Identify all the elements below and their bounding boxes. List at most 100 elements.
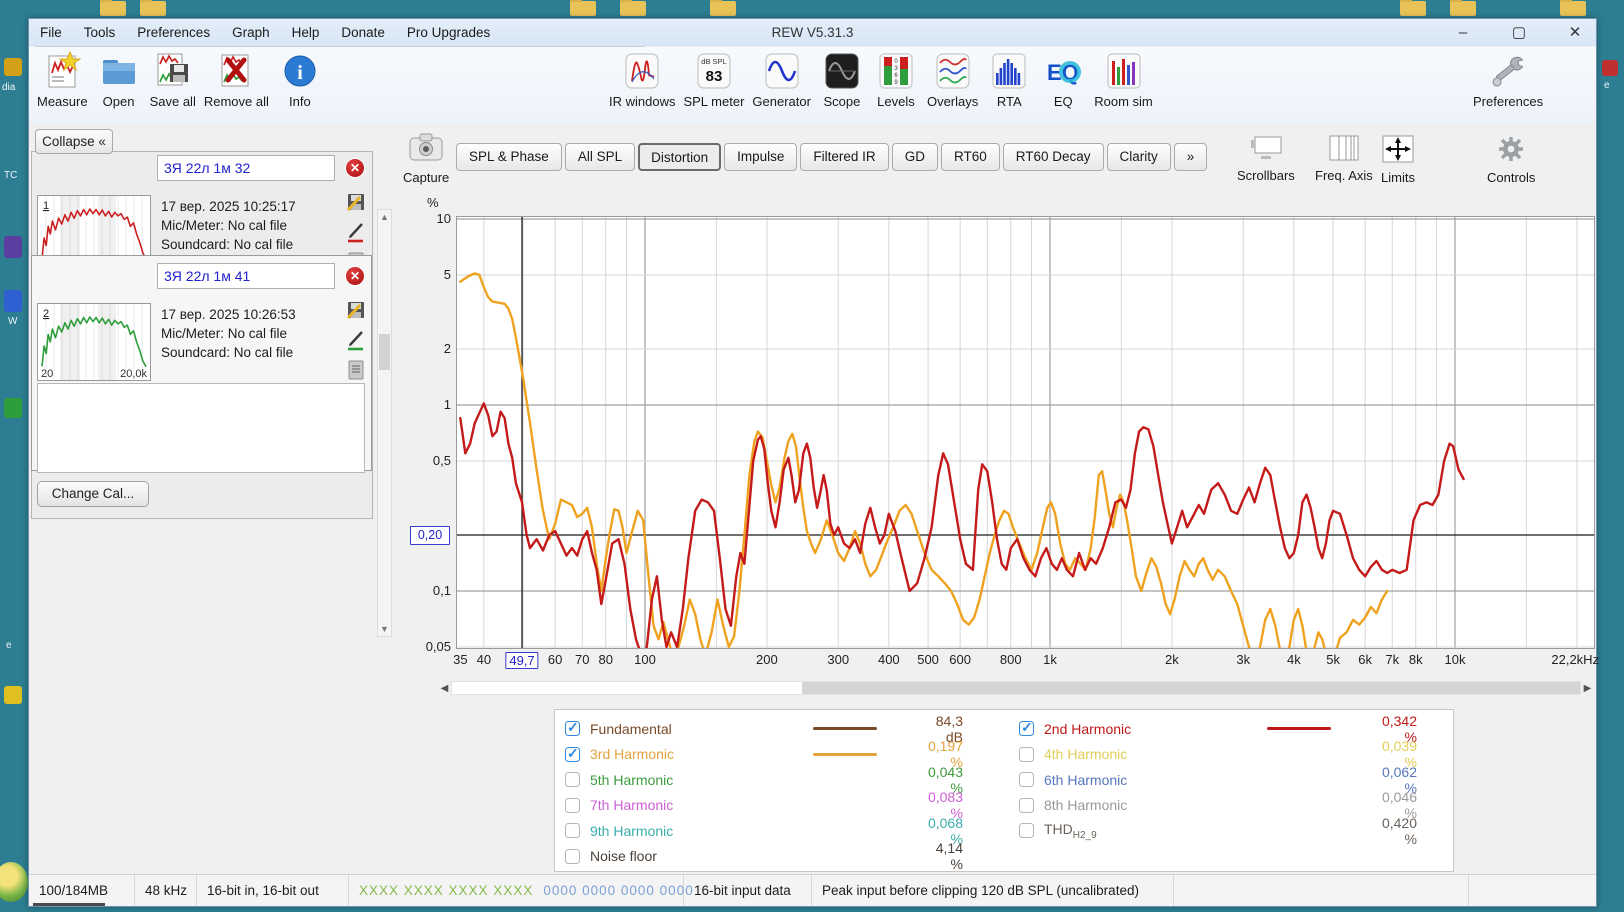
y-tick-label: 2 [443,341,451,356]
toolbar-info-button[interactable]: i Info [273,51,327,109]
capture-button[interactable]: Capture [403,127,449,185]
tab-all-spl[interactable]: All SPL [564,143,636,171]
toolbar-spl-meter-button[interactable]: dB SPL 83 SPL meter [679,51,748,109]
legend-checkbox[interactable] [565,719,580,737]
legend-checkbox[interactable] [1019,823,1034,839]
scrollbar-thumb[interactable] [379,334,390,370]
legend-line-sample [1224,727,1374,731]
legend-checkbox[interactable] [1019,797,1034,813]
delete-measurement-icon[interactable]: ✕ [345,158,365,178]
graph-h-scrollbar[interactable]: ◀ ▶ [438,680,1594,696]
measurement-date: 17 вер. 2025 10:26:53 [161,307,296,322]
toolbar-label: Open [102,94,135,109]
change-cal-button[interactable]: Change Cal... [37,481,149,507]
legend-checkbox[interactable] [565,823,580,839]
scroll-right-icon[interactable]: ▶ [1581,683,1594,694]
save-measurement-icon[interactable] [345,191,367,213]
notes-icon[interactable] [345,359,367,381]
measurement-thumbnail[interactable]: 2 20 20,0k [37,303,151,381]
tab-rt60-decay[interactable]: RT60 Decay [1002,143,1104,171]
measurement-name-input[interactable] [157,263,335,289]
trace-pen-icon[interactable] [345,329,367,351]
view-freq-axis-button[interactable]: Freq. Axis [1315,135,1373,183]
harmonics-legend: Fundamental84,3 dB3rd Harmonic0,197 %5th… [554,709,1454,872]
panel-scrollbar[interactable]: ▲ ▼ [377,209,392,637]
toolbar-overlays-button[interactable]: Overlays [923,51,982,109]
scrollbar-thumb[interactable] [801,682,1580,694]
legend-checkbox[interactable] [1019,772,1034,788]
toolbar-label: EQ [1053,94,1073,109]
scroll-up-icon[interactable]: ▲ [378,212,391,222]
view-scrollbars-button[interactable]: Scrollbars [1237,135,1295,183]
scroll-left-icon[interactable]: ◀ [438,683,451,694]
menu-preferences[interactable]: Preferences [126,20,221,46]
distortion-plot[interactable] [456,216,1595,649]
tab-gd[interactable]: GD [891,143,938,171]
maximize-button[interactable]: ▢ [1508,23,1530,41]
toolbar-ir-windows-button[interactable]: IR windows [605,51,679,109]
toolbar-room-sim-button[interactable]: Room sim [1090,51,1157,109]
scrollbar-track[interactable] [451,681,1581,695]
legend-label: 8th Harmonic [1044,797,1128,814]
svg-text:20: 20 [41,368,53,380]
y-tick-label: 10 [436,211,451,226]
toolbar-save-all-button[interactable]: Save all [146,51,200,109]
svg-text:83: 83 [706,68,723,85]
tab-spl-phase[interactable]: SPL & Phase [456,143,562,171]
desktop-folder-icon [620,0,646,16]
open-icon [99,51,139,91]
svg-text:1: 1 [43,200,49,212]
tab-distortion[interactable]: Distortion [638,143,722,171]
close-button[interactable]: ✕ [1564,23,1586,41]
tab-filtered-ir[interactable]: Filtered IR [800,143,889,171]
legend-value: 4,14 % [935,840,963,873]
rew-app-window: File Tools Preferences Graph Help Donate Pro U… [28,18,1599,907]
peak-input-info: Peak input before clipping 120 dB SPL (u… [812,875,1174,906]
legend-checkbox[interactable] [565,848,580,864]
y-tick-label: 5 [443,266,451,282]
view-limits-button[interactable]: Limits [1381,135,1415,185]
collapse-panel-button[interactable]: Collapse « [35,129,113,154]
menu-donate[interactable]: Donate [330,20,396,46]
legend-checkbox[interactable] [1019,719,1034,737]
desktop-folder-icon [570,0,596,16]
trace-pen-icon[interactable] [345,221,367,243]
toolbar-label: Overlays [926,94,979,109]
toolbar-rta-button[interactable]: RTA [982,51,1036,109]
save-measurement-icon[interactable] [345,299,367,321]
x-tick-label: 70 [575,652,590,667]
minimize-button[interactable]: – [1452,24,1474,41]
toolbar-preferences-button[interactable]: Preferences [1469,51,1547,109]
tab-clarity[interactable]: Clarity [1106,143,1171,171]
legend-checkbox[interactable] [1019,746,1034,762]
x-tick-label: 300 [827,652,850,667]
desktop-icon-label: W [8,316,18,327]
menu-tools[interactable]: Tools [73,20,127,46]
legend-line [813,752,877,756]
menu-graph[interactable]: Graph [221,20,281,46]
legend-label: 9th Harmonic [590,822,674,839]
toolbar-open-button[interactable]: Open [92,51,146,109]
menu-file[interactable]: File [29,20,73,46]
delete-measurement-icon[interactable]: ✕ [345,266,365,286]
x-tick-label: 5k [1326,652,1340,667]
toolbar-levels-button[interactable]: 0 3 6 9 Levels [869,51,923,109]
legend-checkbox[interactable] [565,772,580,788]
menu-help[interactable]: Help [281,20,331,46]
toolbar-generator-button[interactable]: Generator [748,51,815,109]
tab--[interactable]: » [1173,143,1208,171]
toolbar-measure-button[interactable]: Measure [33,51,92,109]
view-controls-button[interactable]: Controls [1487,135,1535,185]
legend-checkbox[interactable] [565,745,580,762]
measurement-name-input[interactable] [157,155,335,181]
menu-pro-upgrades[interactable]: Pro Upgrades [396,20,501,46]
desktop-icon [4,236,22,258]
toolbar-eq-button[interactable]: EQ EQ [1036,51,1090,109]
legend-checkbox[interactable] [565,797,580,813]
scroll-down-icon[interactable]: ▼ [378,624,391,634]
toolbar-scope-button[interactable]: Scope [815,51,869,109]
tab-impulse[interactable]: Impulse [724,143,798,171]
toolbar-remove-all-button[interactable]: Remove all [200,51,273,109]
measurement-notes-area[interactable] [37,383,365,473]
tab-rt60[interactable]: RT60 [940,143,1000,171]
